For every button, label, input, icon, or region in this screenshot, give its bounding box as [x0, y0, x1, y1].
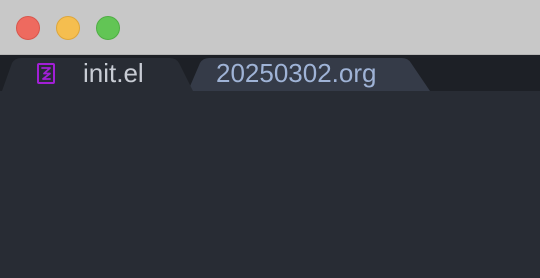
zoom-window-button[interactable]	[96, 16, 120, 40]
tab-init-el-label: init.el	[83, 58, 144, 88]
title-bar[interactable]	[0, 0, 540, 55]
emacs-lisp-icon	[37, 63, 55, 84]
tab-bar: init.el 20250302.org	[0, 55, 540, 91]
editor-area[interactable]	[0, 91, 540, 278]
close-window-button[interactable]	[16, 16, 40, 40]
emacs-window: init.el 20250302.org	[0, 0, 540, 278]
minimize-window-button[interactable]	[56, 16, 80, 40]
tab-20250302-org-label: 20250302.org	[216, 58, 377, 88]
